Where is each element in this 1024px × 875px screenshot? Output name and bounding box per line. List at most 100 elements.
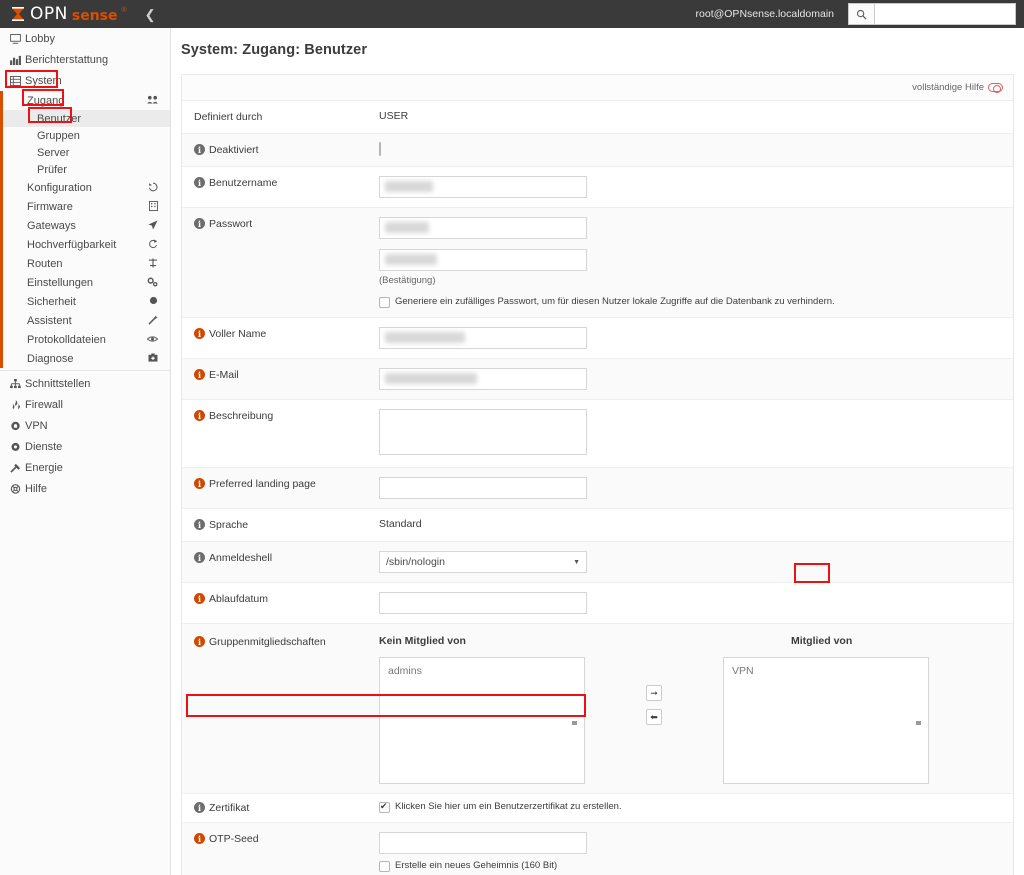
info-icon: i [194, 218, 205, 229]
globe-lock-icon [10, 421, 25, 431]
label-description: i Beschreibung [182, 409, 379, 423]
row-otp-seed: i OTP-Seed Erstelle ein neues Geheimnis … [182, 823, 1013, 875]
sidebar-item-gateways[interactable]: Gateways [3, 216, 170, 235]
toggle-off-icon[interactable] [988, 83, 1003, 92]
sidebar-item-label: Benutzer [37, 113, 81, 125]
listbox-scroll-indicator[interactable] [572, 721, 577, 725]
label-full-name: i Voller Name [182, 327, 379, 341]
sidebar-item-berichterstattung[interactable]: Berichterstattung [0, 49, 170, 70]
brand-logo[interactable]: OPNsense® [0, 0, 127, 28]
label-shell: i Anmeldeshell [182, 551, 379, 565]
info-icon: i [194, 519, 205, 530]
monitor-icon [10, 34, 25, 44]
email-input-wrap [379, 368, 587, 390]
sidebar-item-hochverfuegbarkeit[interactable]: Hochverfügbarkeit [3, 235, 170, 254]
disabled-checkbox[interactable] [379, 142, 381, 156]
info-icon: i [194, 177, 205, 188]
redacted-email-value [385, 373, 477, 384]
label-expiration: i Ablaufdatum [182, 592, 379, 606]
generate-password-checkbox[interactable] [379, 297, 390, 308]
expiration-input[interactable] [379, 592, 587, 614]
opnsense-logo-icon [10, 6, 26, 22]
sidebar-item-hilfe[interactable]: Hilfe [0, 478, 170, 499]
shell-select[interactable]: /sbin/nologin ▼ [379, 551, 587, 573]
sidebar-item-protokolldateien[interactable]: Protokolldateien [3, 330, 170, 349]
sidebar-item-firewall[interactable]: Firewall [0, 394, 170, 415]
row-email: i E-Mail [182, 359, 1013, 400]
list-item[interactable]: admins [380, 664, 584, 678]
arrow-right-icon[interactable]: ➞ [646, 685, 662, 701]
chevron-left-icon[interactable]: ❮ [145, 8, 156, 21]
life-ring-icon [10, 484, 25, 494]
not-member-listbox[interactable]: admins [379, 657, 585, 784]
dual-list-body: admins ➞ ⬅ VPN [379, 657, 1013, 784]
help-row: vollständige Hilfe [182, 75, 1013, 101]
member-listbox[interactable]: VPN [723, 657, 929, 784]
label-certificate: i Zertifikat [182, 801, 379, 815]
sidebar-item-zugang[interactable]: Zugang [3, 91, 170, 110]
arrow-left-icon[interactable]: ⬅ [646, 709, 662, 725]
certificate-checkbox[interactable] [379, 802, 390, 813]
sidebar-item-konfiguration[interactable]: Konfiguration [3, 178, 170, 197]
sidebar-item-schnittstellen[interactable]: Schnittstellen [0, 373, 170, 394]
password-input-wrap [379, 217, 587, 239]
password-confirm-input-wrap [379, 249, 587, 271]
username-input-wrap [379, 176, 587, 198]
sidebar-item-lobby[interactable]: Lobby [0, 28, 170, 49]
landing-page-input[interactable] [379, 477, 587, 499]
certificate-checkbox-row: Klicken Sie hier um ein Benutzerzertifik… [379, 801, 1013, 813]
sidebar-item-label: Prüfer [37, 164, 67, 176]
row-certificate: i Zertifikat Klicken Sie hier um ein Ben… [182, 794, 1013, 823]
history-icon [148, 182, 158, 194]
label-text: Sprache [209, 518, 248, 532]
otp-generate-checkbox[interactable] [379, 861, 390, 872]
sidebar-item-gruppen[interactable]: Gruppen [3, 127, 170, 144]
otp-seed-input[interactable] [379, 832, 587, 854]
info-icon: i [194, 328, 205, 339]
sidebar-item-label: Firmware [27, 201, 73, 213]
sidebar-system-submenu: Zugang Benutzer Gruppen Server Prüfer Ko… [0, 91, 170, 368]
description-textarea[interactable] [379, 409, 587, 455]
search-icon[interactable] [848, 3, 874, 25]
search-input[interactable] [874, 3, 1016, 25]
sidebar-item-routen[interactable]: Routen [3, 254, 170, 273]
sidebar-item-vpn[interactable]: VPN [0, 415, 170, 436]
sidebar-item-einstellungen[interactable]: Einstellungen [3, 273, 170, 292]
sidebar-item-label: System [25, 75, 62, 87]
sidebar-navigation: Lobby Berichterstattung System Zugang Be… [0, 28, 171, 875]
label-text: Beschreibung [209, 409, 273, 423]
label-text: Gruppenmitgliedschaften [209, 635, 326, 649]
sidebar-item-dienste[interactable]: Dienste [0, 436, 170, 457]
list-item[interactable]: VPN [724, 664, 928, 678]
redacted-password-value [385, 222, 429, 233]
label-otp-seed: i OTP-Seed [182, 832, 379, 846]
label-disabled: i Deaktiviert [182, 143, 379, 157]
redacted-password-confirm-value [385, 254, 437, 265]
sidebar-item-diagnose[interactable]: Diagnose [3, 349, 170, 368]
info-icon: i [194, 478, 205, 489]
sidebar-item-assistent[interactable]: Assistent [3, 311, 170, 330]
sidebar-item-label: Dienste [25, 441, 62, 453]
full-help-toggle[interactable]: vollständige Hilfe [912, 82, 1003, 93]
sidebar-item-label: Assistent [27, 315, 72, 327]
sidebar-item-label: Konfiguration [27, 182, 92, 194]
row-shell: i Anmeldeshell /sbin/nologin ▼ [182, 542, 1013, 583]
sidebar-item-system[interactable]: System [0, 70, 170, 91]
sidebar-item-firmware[interactable]: Firmware [3, 197, 170, 216]
label-text: Anmeldeshell [209, 551, 272, 565]
otp-generate-label: Erstelle ein neues Geheimnis (160 Bit) [395, 860, 557, 872]
sidebar-item-sicherheit[interactable]: Sicherheit [3, 292, 170, 311]
magic-wand-icon [148, 315, 158, 327]
sidebar-item-energie[interactable]: Energie [0, 457, 170, 478]
sidebar-item-label: Zugang [27, 95, 64, 107]
sidebar-item-label: Protokolldateien [27, 334, 106, 346]
listbox-scroll-indicator[interactable] [916, 721, 921, 725]
sidebar-item-benutzer[interactable]: Benutzer [3, 110, 170, 127]
sidebar-item-server[interactable]: Server [3, 144, 170, 161]
label-text: Voller Name [209, 327, 266, 341]
sidebar-item-label: Einstellungen [27, 277, 93, 289]
info-icon: i [194, 552, 205, 563]
cogs-icon [147, 277, 158, 289]
sidebar-item-pruefer[interactable]: Prüfer [3, 161, 170, 178]
row-expiration: i Ablaufdatum [182, 583, 1013, 624]
